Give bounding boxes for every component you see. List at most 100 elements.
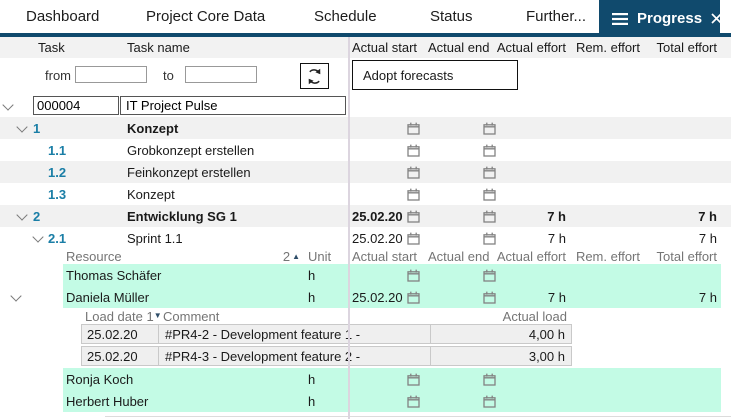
tab-further-[interactable]: Further... xyxy=(526,0,586,33)
task-row[interactable]: 1Konzept xyxy=(0,117,731,139)
chevron-down-icon[interactable] xyxy=(16,121,27,132)
calendar-icon[interactable] xyxy=(407,117,420,139)
adopt-forecasts-button[interactable]: Adopt forecasts xyxy=(352,60,518,90)
task-row[interactable]: 1.1 Grobkonzept erstellen xyxy=(0,139,731,161)
load-date-header[interactable]: Load date 1▼ xyxy=(85,308,162,324)
sub-col-total-effort: Total effort xyxy=(637,249,717,264)
col-total-effort: Total effort xyxy=(637,37,717,58)
sort-asc-icon: ▲ xyxy=(292,253,300,261)
tab-project-core-data[interactable]: Project Core Data xyxy=(146,0,265,33)
refresh-button[interactable] xyxy=(300,63,329,89)
actual-load-cell: 4,00 h xyxy=(430,324,572,344)
task-number: 1.3 xyxy=(48,183,66,205)
resource-header-label[interactable]: Resource xyxy=(66,249,122,264)
calendar-icon[interactable] xyxy=(407,368,420,390)
tab-status[interactable]: Status xyxy=(430,0,473,33)
chevron-down-icon[interactable] xyxy=(32,231,43,242)
resource-name: Thomas Schäfer xyxy=(66,264,161,286)
sort-order-indicator[interactable]: 2▲ xyxy=(268,249,300,264)
chevron-down-icon[interactable] xyxy=(10,290,21,301)
tab-progress-active[interactable]: Progress xyxy=(599,0,720,37)
resource-row[interactable]: Thomas Schäfer h xyxy=(0,264,731,286)
comment-header[interactable]: Comment xyxy=(163,308,219,324)
calendar-icon[interactable] xyxy=(483,264,496,286)
calendar-icon[interactable] xyxy=(407,286,420,308)
resource-row[interactable]: Daniela Müllerh25.02.207 h7 h xyxy=(0,286,731,308)
calendar-icon[interactable] xyxy=(407,390,420,412)
task-row[interactable]: 2Entwicklung SG 125.02.207 h7 h xyxy=(0,205,731,227)
calendar-icon[interactable] xyxy=(407,227,420,249)
to-date-input[interactable] xyxy=(185,66,257,83)
calendar-icon[interactable] xyxy=(407,183,420,205)
resource-row[interactable]: Ronja Koch h xyxy=(0,368,731,390)
actual-start-date: 25.02.20 xyxy=(352,227,402,249)
load-date-cell: 25.02.20 xyxy=(81,324,159,344)
close-icon[interactable] xyxy=(711,13,722,24)
calendar-icon[interactable] xyxy=(407,264,420,286)
chevron-down-icon[interactable] xyxy=(16,209,27,220)
col-task: Task xyxy=(38,37,65,58)
total-effort-value: 7 h xyxy=(637,227,717,249)
task-name: Sprint 1.1 xyxy=(127,227,183,249)
task-name: Grobkonzept erstellen xyxy=(127,139,254,161)
calendar-icon[interactable] xyxy=(407,205,420,227)
sort-desc-icon: ▼ xyxy=(154,312,162,320)
resource-row-highlight xyxy=(63,390,721,412)
resource-unit: h xyxy=(308,390,315,412)
task-number: 1 xyxy=(33,117,40,139)
project-row[interactable] xyxy=(0,95,731,117)
resource-unit: h xyxy=(308,368,315,390)
resource-unit: h xyxy=(308,264,315,286)
resource-header-row: Resource 2▲ Unit Actual start Actual end Actu… xyxy=(0,249,731,264)
unit-header-label[interactable]: Unit xyxy=(308,249,331,264)
chevron-down-icon[interactable] xyxy=(2,99,13,110)
calendar-icon[interactable] xyxy=(407,139,420,161)
col-actual-end: Actual end xyxy=(428,37,489,58)
bottom-separator xyxy=(105,416,731,417)
active-tab-label: Progress xyxy=(637,10,702,27)
resource-name: Ronja Koch xyxy=(66,368,133,390)
task-row[interactable]: 2.1Sprint 1.125.02.207 h7 h xyxy=(0,227,731,249)
task-number: 2 xyxy=(33,205,40,227)
calendar-icon[interactable] xyxy=(483,390,496,412)
calendar-icon[interactable] xyxy=(483,117,496,139)
task-grid: 1Konzept1.1Grobkonzept erstellen1.2Feink… xyxy=(0,95,731,412)
project-name-input[interactable] xyxy=(120,96,346,115)
sub-col-actual-start: Actual start xyxy=(352,249,402,264)
task-name: Entwicklung SG 1 xyxy=(127,205,237,227)
col-actual-start: Actual start xyxy=(352,37,402,58)
task-name: Konzept xyxy=(127,183,175,205)
task-number: 1.1 xyxy=(48,139,66,161)
task-name: Feinkonzept erstellen xyxy=(127,161,251,183)
calendar-icon[interactable] xyxy=(407,161,420,183)
actual-load-header[interactable]: Actual load xyxy=(430,308,567,324)
resource-name: Herbert Huber xyxy=(66,390,148,412)
resource-name: Daniela Müller xyxy=(66,286,149,308)
task-row[interactable]: 1.2Feinkonzept erstellen xyxy=(0,161,731,183)
actual-load-cell: 3,00 h xyxy=(430,346,572,366)
filter-bar: from to Adopt forecasts xyxy=(0,58,731,95)
tab-dashboard[interactable]: Dashboard xyxy=(26,0,99,33)
calendar-icon[interactable] xyxy=(483,161,496,183)
resource-row-highlight xyxy=(63,264,721,286)
project-id-input[interactable] xyxy=(33,96,119,115)
from-label: from xyxy=(45,68,71,83)
calendar-icon[interactable] xyxy=(483,139,496,161)
task-row[interactable]: 1.3 Konzept xyxy=(0,183,731,205)
load-comment-cell: #PR4-2 - Development feature 1 - xyxy=(158,324,431,344)
tab-schedule[interactable]: Schedule xyxy=(314,0,377,33)
actual-effort-value: 7 h xyxy=(494,286,566,308)
total-effort-value: 7 h xyxy=(637,205,717,227)
actual-start-date: 25.02.20 xyxy=(352,286,402,308)
task-number: 2.1 xyxy=(48,227,66,249)
calendar-icon[interactable] xyxy=(483,183,496,205)
sub-col-actual-end: Actual end xyxy=(428,249,489,264)
calendar-icon[interactable] xyxy=(483,368,496,390)
hamburger-icon[interactable] xyxy=(612,13,628,25)
actual-start-date: 25.02.20 xyxy=(352,205,402,227)
pane-divider xyxy=(348,37,350,419)
sub-col-actual-effort: Actual effort xyxy=(494,249,566,264)
total-effort-value: 7 h xyxy=(637,286,717,308)
resource-row[interactable]: Herbert Huber h xyxy=(0,390,731,412)
from-date-input[interactable] xyxy=(75,66,147,83)
